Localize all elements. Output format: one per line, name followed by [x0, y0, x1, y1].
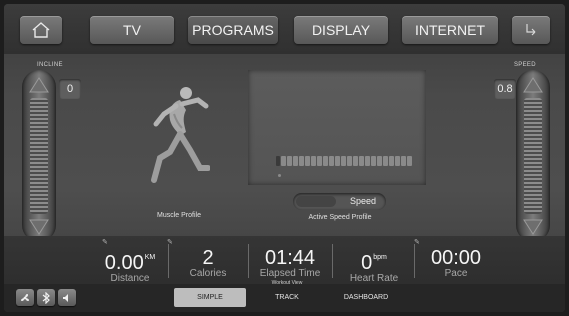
incline-slider-ridges	[30, 98, 48, 214]
speed-profile-segment	[407, 156, 412, 166]
speed-profile-segment	[365, 156, 370, 166]
calories-label: Calories	[189, 268, 227, 279]
stat-divider	[168, 244, 169, 278]
workout-stats-bar: ✎ 0.00KM Distance ✎ 2 Calories 01:44 Ela…	[4, 236, 565, 284]
stat-divider	[248, 244, 249, 278]
active-speed-profile-label: Active Speed Profile	[308, 214, 372, 221]
pace-value: 00:00	[430, 247, 482, 269]
speed-profile-segment	[401, 156, 406, 166]
tab-simple[interactable]: SIMPLE	[174, 288, 246, 307]
elapsed-time-stat: 01:44 Elapsed Time	[254, 236, 326, 284]
incline-slider[interactable]	[22, 70, 56, 242]
heart-rate-value: 0	[361, 252, 373, 274]
speed-profile-segment	[287, 156, 292, 166]
bluetooth-icon	[42, 291, 50, 304]
speed-up-icon[interactable]	[522, 76, 544, 94]
speed-profile-segment	[329, 156, 334, 166]
elapsed-time-label: Elapsed Time	[259, 268, 321, 279]
incline-label: INCLINE	[37, 62, 63, 68]
stat-divider	[414, 244, 415, 278]
speed-slider[interactable]	[516, 70, 550, 242]
speed-profile-segment	[395, 156, 400, 166]
treadmill-console-screen: TV PROGRAMS DISPLAY INTERNET INCLINE 0 S…	[4, 4, 565, 312]
speed-profile-segment	[317, 156, 322, 166]
speed-profile-segment	[335, 156, 340, 166]
calories-value: 2	[202, 247, 214, 269]
back-button[interactable]	[512, 16, 550, 44]
toggle-speed-label: Speed	[349, 196, 377, 206]
profile-position-dot	[278, 174, 281, 177]
incline-up-icon[interactable]	[28, 76, 50, 94]
bluetooth-button[interactable]	[37, 289, 55, 306]
pace-stat: 00:00 Pace	[420, 236, 492, 284]
incline-down-icon[interactable]	[28, 218, 50, 236]
pace-label: Pace	[444, 268, 468, 279]
speed-profile-segment	[347, 156, 352, 166]
volume-button[interactable]	[58, 289, 76, 306]
speed-down-icon[interactable]	[522, 218, 544, 236]
top-navigation-bar: TV PROGRAMS DISPLAY INTERNET	[4, 4, 565, 54]
distance-label: Distance	[110, 273, 150, 284]
runner-muscle-icon	[151, 87, 210, 183]
speed-profile-segment	[383, 156, 388, 166]
fan-icon	[21, 293, 29, 301]
tab-tv[interactable]: TV	[90, 16, 174, 44]
speed-profile-panel	[248, 70, 426, 185]
distance-stat: 0.00KM Distance	[92, 236, 168, 284]
home-button[interactable]	[20, 16, 62, 44]
muscle-profile-label: Muscle Profile	[157, 212, 201, 219]
volume-icon	[63, 293, 68, 302]
heart-rate-stat: 0bpm Heart Rate	[338, 236, 410, 284]
speed-profile-bars	[276, 156, 412, 166]
heart-rate-unit: bpm	[373, 254, 387, 261]
tab-dashboard[interactable]: DASHBOARD	[328, 288, 404, 307]
speed-profile-segment	[281, 156, 286, 166]
speed-label: SPEED	[514, 62, 536, 68]
speed-profile-segment	[389, 156, 394, 166]
elapsed-time-value: 01:44	[264, 247, 316, 269]
heart-rate-label: Heart Rate	[349, 273, 399, 284]
speed-profile-segment	[323, 156, 328, 166]
speed-profile-segment	[353, 156, 358, 166]
workout-view-label: Workout View	[271, 280, 303, 286]
speed-profile-segment	[305, 156, 310, 166]
speed-profile-segment	[276, 156, 280, 166]
back-arrow-icon	[526, 24, 536, 36]
bottom-bar: SIMPLE TRACK DASHBOARD	[4, 284, 565, 312]
toggle-knob	[296, 196, 336, 207]
speed-profile-segment	[293, 156, 298, 166]
tab-internet[interactable]: INTERNET	[402, 16, 498, 44]
tab-display[interactable]: DISPLAY	[294, 16, 388, 44]
tab-programs[interactable]: PROGRAMS	[188, 16, 278, 44]
speed-profile-toggle[interactable]: Speed	[293, 193, 386, 210]
distance-value: 0.00	[104, 252, 144, 274]
speed-slider-ridges	[524, 98, 542, 214]
speed-profile-segment	[299, 156, 304, 166]
speed-profile-segment	[377, 156, 382, 166]
incline-value: 0	[59, 79, 81, 99]
speed-profile-segment	[359, 156, 364, 166]
stat-divider	[332, 244, 333, 278]
tab-track[interactable]: TRACK	[256, 288, 318, 307]
distance-unit: KM	[144, 254, 156, 261]
speed-value: 0.8	[494, 79, 516, 99]
calories-stat: 2 Calories	[174, 236, 242, 284]
speed-profile-segment	[341, 156, 346, 166]
speed-profile-segment	[311, 156, 316, 166]
speed-profile-segment	[371, 156, 376, 166]
home-icon	[32, 22, 50, 38]
fan-button[interactable]	[16, 289, 34, 306]
